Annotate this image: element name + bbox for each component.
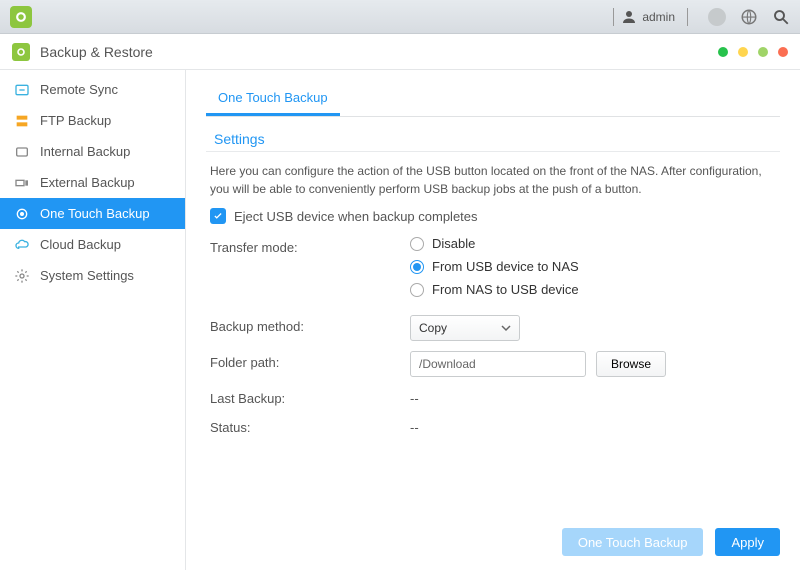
- search-icon[interactable]: [772, 8, 790, 26]
- radio-label: From USB device to NAS: [432, 259, 579, 274]
- sidebar-item-external-backup[interactable]: External Backup: [0, 167, 185, 198]
- external-icon: [14, 175, 30, 191]
- divider: [687, 8, 688, 26]
- sidebar-item-ftp-backup[interactable]: FTP Backup: [0, 105, 185, 136]
- user-icon: [620, 8, 638, 26]
- select-value: Copy: [419, 321, 447, 335]
- dot-yellow[interactable]: [738, 47, 748, 57]
- sidebar-item-label: Cloud Backup: [40, 237, 121, 252]
- checkbox-checked-icon: [210, 208, 226, 224]
- radio-nas-to-usb[interactable]: From NAS to USB device: [410, 282, 780, 297]
- sidebar-item-remote-sync[interactable]: Remote Sync: [0, 74, 185, 105]
- backup-method-label: Backup method:: [210, 315, 410, 334]
- last-backup-value: --: [410, 387, 780, 406]
- radio-usb-to-nas[interactable]: From USB device to NAS: [410, 259, 780, 274]
- ftp-icon: [14, 113, 30, 129]
- tab-row: One Touch Backup: [206, 82, 780, 117]
- tab-one-touch-backup[interactable]: One Touch Backup: [206, 82, 340, 116]
- sidebar-item-one-touch-backup[interactable]: One Touch Backup: [0, 198, 185, 229]
- last-backup-label: Last Backup:: [210, 387, 410, 406]
- radio-icon: [410, 283, 424, 297]
- globe-icon[interactable]: [740, 8, 758, 26]
- divider: [613, 8, 614, 26]
- backup-method-select[interactable]: Copy: [410, 315, 520, 341]
- status-label: Status:: [210, 416, 410, 435]
- folder-path-label: Folder path:: [210, 351, 410, 370]
- sidebar-item-label: One Touch Backup: [40, 206, 150, 221]
- dot-lime[interactable]: [758, 47, 768, 57]
- app-header: Backup & Restore: [0, 34, 800, 70]
- topbar: admin: [0, 0, 800, 34]
- main-panel: One Touch Backup Settings Here you can c…: [186, 70, 800, 570]
- cloud-icon: [14, 237, 30, 253]
- app-title: Backup & Restore: [40, 44, 153, 60]
- username: admin: [642, 10, 675, 24]
- radio-icon: [410, 237, 424, 251]
- dot-green[interactable]: [718, 47, 728, 57]
- app-icon: [12, 43, 30, 61]
- gear-icon: [14, 268, 30, 284]
- apply-button[interactable]: Apply: [715, 528, 780, 556]
- chevron-down-icon: [501, 323, 511, 333]
- sidebar-item-label: External Backup: [40, 175, 135, 190]
- sidebar-item-internal-backup[interactable]: Internal Backup: [0, 136, 185, 167]
- section-description: Here you can configure the action of the…: [206, 162, 780, 198]
- eject-checkbox-row[interactable]: Eject USB device when backup completes: [206, 208, 780, 224]
- transfer-mode-label: Transfer mode:: [210, 236, 410, 255]
- touch-icon: [14, 206, 30, 222]
- folder-path-input[interactable]: [410, 351, 586, 377]
- status-value: --: [410, 416, 780, 435]
- sync-icon: [14, 82, 30, 98]
- sidebar-item-label: System Settings: [40, 268, 134, 283]
- section-title: Settings: [206, 117, 780, 152]
- eject-label: Eject USB device when backup completes: [234, 209, 478, 224]
- one-touch-backup-button[interactable]: One Touch Backup: [562, 528, 704, 556]
- sidebar-item-label: FTP Backup: [40, 113, 111, 128]
- dot-red[interactable]: [778, 47, 788, 57]
- internal-icon: [14, 144, 30, 160]
- radio-label: Disable: [432, 236, 475, 251]
- sidebar-item-cloud-backup[interactable]: Cloud Backup: [0, 229, 185, 260]
- sidebar: Remote Sync FTP Backup Internal Backup E…: [0, 70, 186, 570]
- footer: One Touch Backup Apply: [562, 528, 780, 556]
- radio-label: From NAS to USB device: [432, 282, 579, 297]
- browse-button[interactable]: Browse: [596, 351, 666, 377]
- sidebar-item-system-settings[interactable]: System Settings: [0, 260, 185, 291]
- radio-disable[interactable]: Disable: [410, 236, 780, 251]
- notification-icon[interactable]: [708, 8, 726, 26]
- sidebar-item-label: Internal Backup: [40, 144, 130, 159]
- radio-icon: [410, 260, 424, 274]
- sidebar-item-label: Remote Sync: [40, 82, 118, 97]
- brand-icon: [10, 6, 32, 28]
- window-controls: [718, 47, 788, 57]
